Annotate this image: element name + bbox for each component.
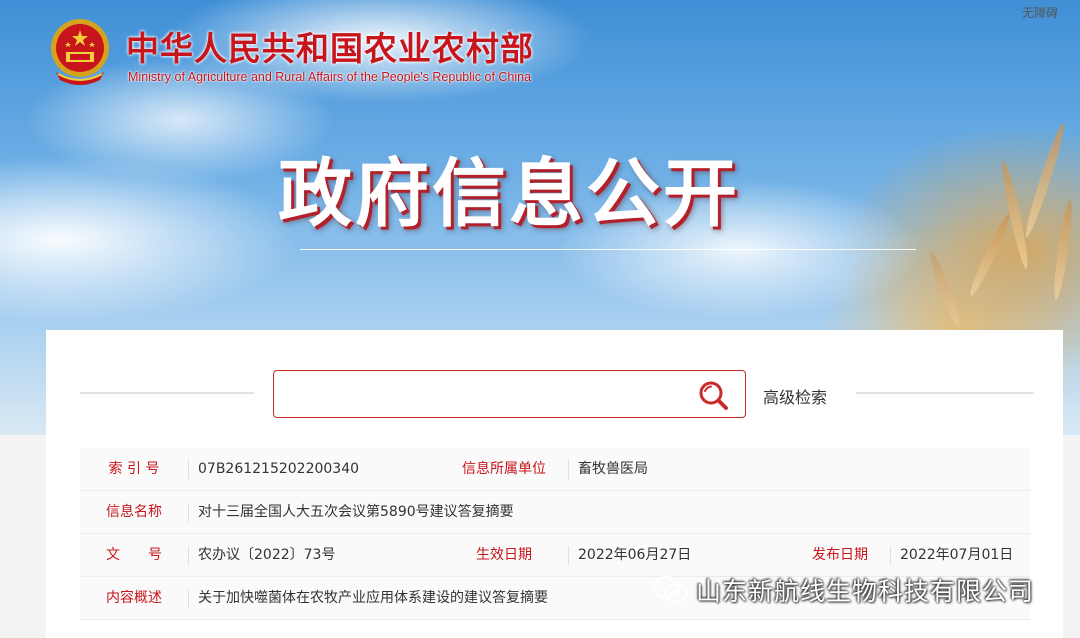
advanced-search-link[interactable]: 高级检索 bbox=[763, 384, 827, 408]
page-heading: 政府信息公开 bbox=[278, 151, 740, 237]
info-row-index: 索 引 号 07B261215202200340 信息所属单位 畜牧兽医局 bbox=[80, 448, 1030, 491]
doc-number-label: 文 号 bbox=[106, 547, 162, 563]
search-box bbox=[273, 370, 746, 418]
ministry-name-zh: 中华人民共和国农业农村部 bbox=[126, 29, 534, 68]
summary-label: 内容概述 bbox=[106, 590, 162, 606]
summary-value: 关于加快噬菌体在农牧产业应用体系建设的建议答复摘要 bbox=[198, 590, 548, 606]
index-value: 07B261215202200340 bbox=[198, 461, 360, 477]
watermark: 山东新航线生物科技有限公司 bbox=[652, 572, 1034, 608]
ministry-name-en: Ministry of Agriculture and Rural Affair… bbox=[128, 70, 532, 84]
accessibility-link[interactable]: 无障碍 bbox=[1022, 4, 1058, 21]
search-button[interactable] bbox=[697, 379, 731, 411]
doc-number-value: 农办议〔2022〕73号 bbox=[198, 547, 336, 563]
info-row-doc-number: 文 号 农办议〔2022〕73号 生效日期 2022年06月27日 发布日期 2… bbox=[80, 534, 1030, 577]
publish-date-value: 2022年07月01日 bbox=[900, 547, 1014, 563]
search-icon bbox=[699, 381, 728, 410]
search-input[interactable] bbox=[282, 377, 682, 411]
heading-divider bbox=[300, 249, 916, 250]
search-right-rule bbox=[856, 392, 1034, 394]
national-emblem-icon bbox=[46, 16, 114, 88]
title-value: 对十三届全国人大五次会议第5890号建议答复摘要 bbox=[198, 504, 514, 520]
title-label: 信息名称 bbox=[106, 504, 162, 520]
index-label: 索 引 号 bbox=[108, 461, 160, 477]
watermark-text: 山东新航线生物科技有限公司 bbox=[696, 577, 1035, 606]
department-value: 畜牧兽医局 bbox=[578, 461, 648, 477]
search-left-rule bbox=[80, 392, 254, 394]
info-row-title: 信息名称 对十三届全国人大五次会议第5890号建议答复摘要 bbox=[80, 491, 1030, 534]
effective-date-label: 生效日期 bbox=[476, 547, 532, 563]
publish-date-label: 发布日期 bbox=[812, 547, 868, 563]
effective-date-value: 2022年06月27日 bbox=[578, 547, 692, 563]
department-label: 信息所属单位 bbox=[462, 461, 546, 477]
wechat-icon bbox=[652, 575, 689, 603]
